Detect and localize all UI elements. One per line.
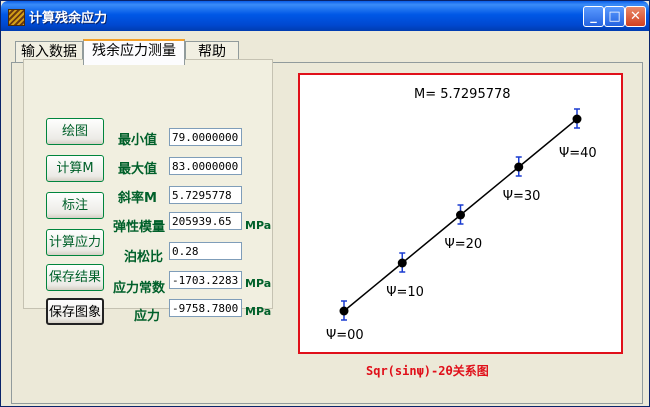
data-point: Ψ=10 [386, 252, 424, 300]
slope-label: 斜率M [118, 191, 157, 206]
stress-label: 应力 [134, 309, 161, 324]
data-point: Ψ=40 [559, 108, 597, 161]
data-point: Ψ=00 [326, 300, 364, 343]
modulus-label: 弹性模量 [113, 220, 166, 235]
point-marker [397, 258, 407, 268]
stress-const-unit: MPa [245, 277, 272, 290]
data-point: Ψ=30 [503, 156, 541, 204]
plot-button[interactable]: 绘图 [46, 118, 104, 145]
plot-area: M= 5.7295778 Ψ=00 Ψ=10 Ψ=20 Ψ=30 Ψ=40 [298, 73, 623, 354]
slope-value-field[interactable]: 5.7295778 [169, 186, 242, 204]
point-label: Ψ=00 [326, 328, 364, 343]
tab-residual-stress[interactable]: 残余应力测量 [83, 39, 185, 65]
modulus-unit: MPa [245, 219, 272, 232]
min-value-field[interactable]: 79.0000000 [169, 128, 242, 146]
point-label: Ψ=40 [559, 146, 597, 161]
stress-const-label: 应力常数 [113, 281, 166, 296]
max-label: 最大值 [118, 162, 158, 177]
app-icon [8, 9, 25, 26]
minimize-button[interactable]: _ [583, 6, 604, 27]
point-marker [339, 306, 349, 316]
point-label: Ψ=30 [503, 189, 541, 204]
data-point: Ψ=20 [445, 204, 483, 252]
point-marker [572, 114, 582, 124]
annotate-button[interactable]: 标注 [46, 192, 104, 219]
calc-stress-button[interactable]: 计算应力 [46, 229, 104, 256]
stress-unit: MPa [245, 305, 272, 318]
maximize-button[interactable]: □ [604, 6, 625, 27]
plot-canvas: M= 5.7295778 Ψ=00 Ψ=10 Ψ=20 Ψ=30 Ψ=40 [326, 87, 597, 343]
min-label: 最小值 [118, 133, 158, 148]
window-title: 计算残余应力 [29, 11, 108, 26]
calc-m-button[interactable]: 计算M [46, 155, 104, 182]
stress-value-field[interactable]: -9758.7800 [169, 299, 242, 317]
close-button[interactable]: ✕ [625, 6, 646, 27]
title-bar[interactable]: 计算残余应力 _ □ ✕ [1, 1, 649, 31]
save-image-button[interactable]: 保存图象 [46, 298, 104, 325]
poisson-label: 泊松比 [124, 250, 164, 265]
equation-text: M= 5.7295778 [414, 87, 511, 102]
plot-caption: Sqr(sinψ)-2θ关系图 [366, 364, 489, 378]
data-points: Ψ=00 Ψ=10 Ψ=20 Ψ=30 Ψ=40 [326, 108, 597, 343]
max-value-field[interactable]: 83.0000000 [169, 157, 242, 175]
save-result-button[interactable]: 保存结果 [46, 264, 104, 291]
point-marker [514, 162, 524, 172]
stress-const-value-field[interactable]: -1703.2283 [169, 271, 242, 289]
point-marker [456, 210, 465, 220]
modulus-value-field[interactable]: 205939.65 [169, 212, 242, 230]
point-label: Ψ=10 [386, 285, 424, 300]
app-window: 计算残余应力 _ □ ✕ 输入数据 残余应力测量 帮助 绘图 计算M 标注 计算… [0, 0, 650, 407]
poisson-value-field[interactable]: 0.28 [169, 242, 242, 260]
point-label: Ψ=20 [445, 237, 483, 252]
